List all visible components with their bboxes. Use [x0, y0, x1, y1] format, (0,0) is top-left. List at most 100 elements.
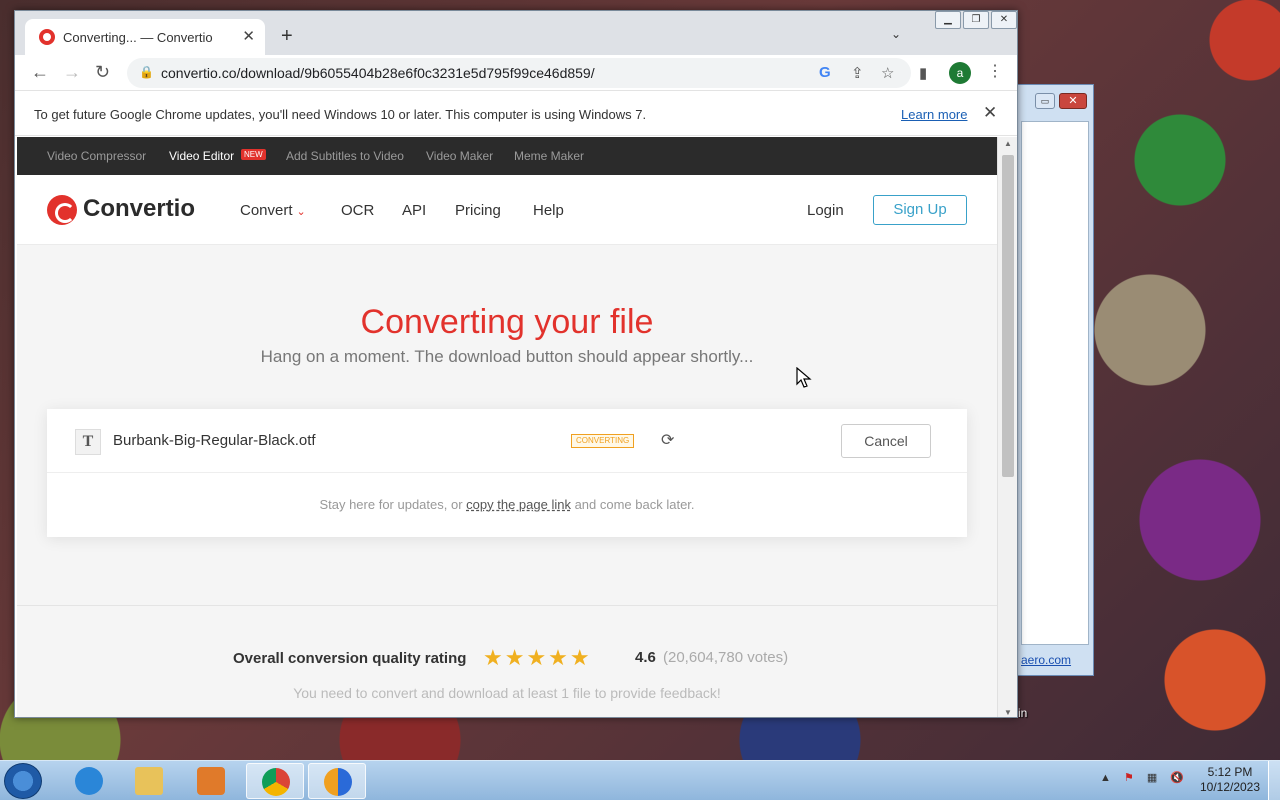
scroll-down-icon[interactable]: ▼ — [1004, 708, 1012, 717]
file-card: T Burbank-Big-Regular-Black.otf CONVERTI… — [47, 409, 967, 537]
media-player-icon — [197, 767, 225, 795]
nav-api[interactable]: API — [402, 202, 426, 219]
refresh-spinner-icon: ⟳ — [661, 432, 675, 449]
nav-ocr[interactable]: OCR — [341, 202, 374, 219]
window-close-button[interactable]: ✕ — [991, 11, 1017, 29]
tool-link-video-compressor[interactable]: Video Compressor — [47, 149, 146, 163]
brand-name[interactable]: Convertio — [83, 195, 195, 223]
rating-row: Overall conversion quality rating ★★★★★ … — [17, 645, 997, 673]
folder-icon — [135, 767, 163, 795]
background-window[interactable]: ▭ ✕ aero.com — [1016, 84, 1094, 676]
chevron-down-icon: ⌄ — [296, 206, 306, 218]
minimize-button[interactable]: ▁ — [935, 11, 961, 29]
page-title: Converting your file — [360, 303, 654, 341]
tab-title: Converting... — Convertio — [63, 30, 213, 45]
taskbar-clock[interactable]: 5:12 PM 10/12/2023 — [1192, 765, 1268, 795]
page-viewport: Video Compressor Video Editor NEW Add Su… — [17, 137, 997, 717]
new-tab-button[interactable]: + — [281, 25, 293, 48]
taskbar-chrome[interactable] — [246, 763, 304, 799]
infobar-message: To get future Google Chrome updates, you… — [34, 107, 647, 122]
network-icon[interactable]: ▦ — [1147, 772, 1157, 784]
menu-kebab-icon[interactable]: ⋮ — [987, 61, 1003, 81]
scroll-thumb[interactable] — [1002, 155, 1014, 477]
mouse-cursor-icon — [796, 367, 812, 388]
close-button[interactable]: ✕ — [1059, 93, 1087, 109]
rating-votes: (20,604,780 votes) — [663, 649, 789, 666]
action-center-flag-icon[interactable]: ⚑ — [1124, 772, 1134, 784]
reload-icon[interactable]: ↻ — [95, 62, 110, 83]
app-icon — [324, 768, 352, 796]
nav-pricing[interactable]: Pricing — [455, 202, 501, 219]
clock-time: 5:12 PM — [1207, 765, 1253, 779]
feedback-note: You need to convert and download at leas… — [293, 685, 721, 701]
back-arrow-icon[interactable]: ← — [31, 62, 49, 83]
show-desktop-button[interactable] — [1268, 761, 1280, 800]
login-link[interactable]: Login — [807, 202, 844, 219]
tab-active[interactable]: Converting... — Convertio ✕ — [25, 19, 265, 55]
tool-link-add-subtitles[interactable]: Add Subtitles to Video — [286, 149, 404, 163]
tool-link-video-editor[interactable]: Video Editor — [169, 149, 234, 163]
file-row: T Burbank-Big-Regular-Black.otf CONVERTI… — [47, 409, 967, 473]
scroll-up-icon[interactable]: ▲ — [1004, 139, 1012, 148]
restore-button[interactable]: ❐ — [963, 11, 989, 29]
learn-more-link[interactable]: Learn more — [901, 107, 967, 122]
page-scrollbar[interactable]: ▲ ▼ — [997, 137, 1017, 717]
volume-muted-icon[interactable]: 🔇 — [1170, 772, 1184, 784]
section-divider — [17, 605, 997, 606]
tool-link-video-maker[interactable]: Video Maker — [426, 149, 493, 163]
side-panel-icon[interactable]: ▮ — [919, 64, 927, 82]
bookmark-star-icon[interactable]: ☆ — [881, 64, 894, 82]
maximize-button[interactable]: ▭ — [1035, 93, 1055, 109]
google-lens-icon[interactable]: G — [819, 64, 831, 81]
internet-explorer-icon — [75, 767, 103, 795]
forward-arrow-icon[interactable]: → — [63, 62, 81, 83]
taskbar-internet-explorer[interactable] — [60, 763, 118, 799]
chrome-window: Converting... — Convertio ✕ + ⌄ ▁ ❐ ✕ ← … — [14, 10, 1018, 718]
rating-label: Overall conversion quality rating — [233, 650, 467, 667]
title-bar: Converting... — Convertio ✕ + ⌄ ▁ ❐ ✕ — [15, 11, 1017, 55]
background-window-link[interactable]: aero.com — [1021, 653, 1071, 667]
rating-score: 4.6 — [635, 649, 656, 666]
nav-help[interactable]: Help — [533, 202, 564, 219]
browser-toolbar: ← → ↻ 🔒 convertio.co/download/9b6055404b… — [15, 55, 1017, 91]
system-tray: ▲ ⚑ ▦ 🔇 — [1100, 771, 1184, 784]
start-button[interactable] — [4, 763, 42, 799]
tab-close-icon[interactable]: ✕ — [242, 27, 255, 45]
nav-convert-label: Convert — [240, 202, 293, 219]
url-text: convertio.co/download/9b6055404b28e6f0c3… — [161, 65, 595, 81]
stay-suffix: and come back later. — [570, 497, 695, 512]
infobar-close-icon[interactable]: ✕ — [983, 103, 997, 123]
tools-strip: Video Compressor Video Editor NEW Add Su… — [17, 137, 997, 175]
profile-avatar[interactable]: a — [949, 62, 971, 84]
chrome-icon — [262, 768, 290, 796]
window-controls: ▁ ❐ ✕ — [933, 11, 1017, 31]
background-window-pane — [1021, 121, 1089, 645]
copy-page-link[interactable]: copy the page link — [466, 497, 571, 512]
cancel-button[interactable]: Cancel — [841, 424, 931, 458]
clock-date: 10/12/2023 — [1199, 780, 1261, 794]
tray-expand-icon[interactable]: ▲ — [1100, 772, 1111, 784]
file-name: Burbank-Big-Regular-Black.otf — [113, 432, 316, 449]
new-badge: NEW — [241, 149, 266, 160]
convertio-logo-icon[interactable] — [47, 195, 77, 225]
tool-link-meme-maker[interactable]: Meme Maker — [514, 149, 584, 163]
tab-search-chevron-icon[interactable]: ⌄ — [891, 27, 901, 41]
share-icon[interactable]: ⇪ — [851, 64, 864, 82]
nav-convert[interactable]: Convert ⌄ — [240, 202, 306, 219]
address-bar[interactable]: 🔒 convertio.co/download/9b6055404b28e6f0… — [127, 58, 911, 88]
font-file-icon: T — [75, 429, 101, 455]
taskbar-media-player[interactable] — [182, 763, 240, 799]
rating-stars-icon: ★★★★★ — [483, 645, 592, 670]
page-subtitle: Hang on a moment. The download button sh… — [260, 347, 754, 366]
lock-icon[interactable]: 🔒 — [139, 65, 154, 79]
status-badge: CONVERTING — [571, 434, 635, 448]
taskbar-file-explorer[interactable] — [120, 763, 178, 799]
windows-taskbar: ▲ ⚑ ▦ 🔇 5:12 PM 10/12/2023 — [0, 760, 1280, 800]
convertio-favicon-icon — [39, 29, 55, 45]
signup-button[interactable]: Sign Up — [873, 195, 967, 225]
site-header: Convertio Convert ⌄ OCR API Pricing Help … — [17, 175, 997, 245]
taskbar-app-window[interactable] — [308, 763, 366, 799]
stay-message: Stay here for updates, or copy the page … — [47, 497, 967, 512]
stay-prefix: Stay here for updates, or — [319, 497, 467, 512]
update-infobar: To get future Google Chrome updates, you… — [15, 92, 1017, 136]
